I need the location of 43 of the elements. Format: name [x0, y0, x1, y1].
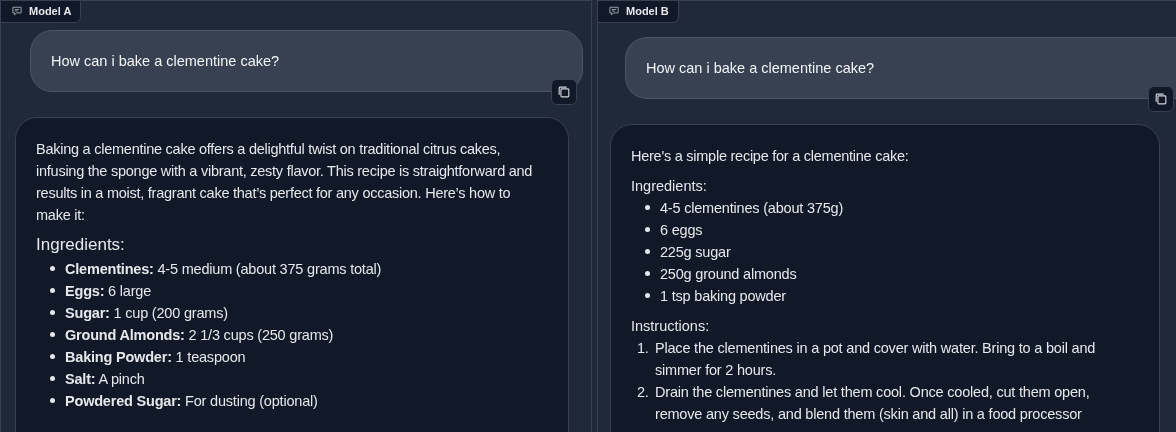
response-paragraph: Baking a clementine cake offers a delightful twist on traditional citrus cakes, infusing the sponge with a vibrant, zesty flavor. This recipe is straightforward and results in a moist, fragrant cake that’s perfect for any occasion. Here’s how to make it: [36, 140, 534, 225]
copy-button[interactable] [551, 79, 577, 105]
list-item: Clementines: 4-5 medium (about 375 grams total) [65, 260, 382, 279]
step-text: Drain the clementines and let them cool. Once cooled, cut them open, remove any seeds, and blend them (skin and all) in a food processor [655, 383, 1091, 424]
model-name: Model A [29, 5, 72, 17]
bullet-icon [50, 266, 55, 271]
copy-icon [557, 85, 571, 99]
list-item: 250g ground almonds [660, 265, 797, 284]
question-text: How can i bake a clementine cake? [51, 53, 280, 69]
bullet-icon [645, 249, 650, 254]
list-item: Eggs: 6 large [65, 282, 152, 301]
list-item: Sugar: 1 cup (200 grams) [65, 304, 228, 323]
bullet-icon [645, 227, 650, 232]
copy-button[interactable] [1148, 86, 1174, 112]
bullet-icon [50, 310, 55, 315]
question-text: How can i bake a clementine cake? [646, 60, 875, 76]
chat-icon [608, 5, 620, 17]
list-item: Baking Powder: 1 teaspoon [65, 348, 246, 367]
bullet-icon [50, 288, 55, 293]
list-item: Ground Almonds: 2 1/3 cups (250 grams) [65, 326, 334, 345]
section-label: Ingredients: [631, 177, 708, 196]
list-item: 225g sugar [660, 243, 731, 262]
list-item: 6 eggs [660, 221, 703, 240]
model-name: Model B [626, 5, 669, 17]
chat-icon [11, 5, 23, 17]
bullet-icon [50, 398, 55, 403]
list-item: Salt: A pinch [65, 370, 145, 389]
bullet-icon [50, 354, 55, 359]
section-heading: Ingredients: [36, 234, 126, 256]
bullet-icon [50, 332, 55, 337]
section-label: Instructions: [631, 317, 711, 336]
list-item: 1 tsp baking powder [660, 287, 786, 306]
copy-icon [1154, 92, 1168, 106]
bullet-icon [645, 271, 650, 276]
list-item: Powdered Sugar: For dusting (optional) [65, 392, 318, 411]
step-number: 1. [637, 339, 650, 358]
list-item: 4-5 clementines (about 375g) [660, 199, 843, 218]
bullet-icon [50, 376, 55, 381]
step-text: Place the clementines in a pot and cover with water. Bring to a boil and simmer for 2 hours. [655, 339, 1097, 380]
bullet-icon [645, 293, 650, 298]
response-paragraph: Here's a simple recipe for a clementine cake: [631, 147, 910, 166]
bullet-icon [645, 205, 650, 210]
step-number: 2. [637, 383, 650, 402]
